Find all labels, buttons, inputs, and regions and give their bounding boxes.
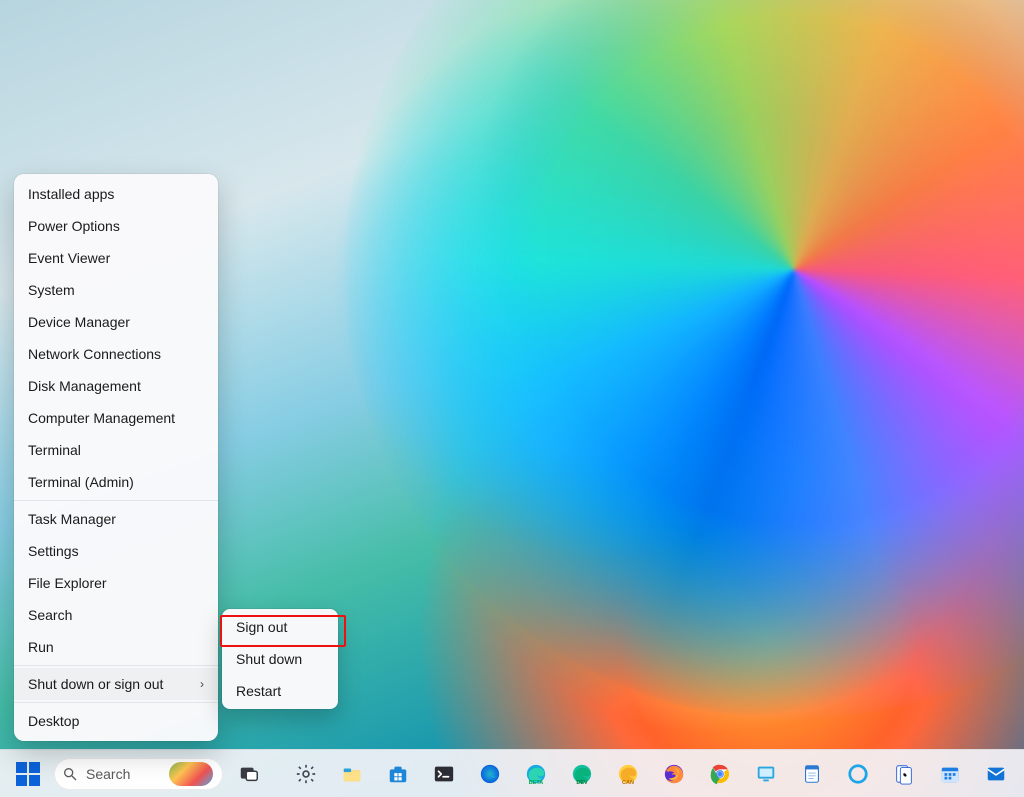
svg-text:BETA: BETA — [529, 780, 544, 785]
search-icon — [62, 766, 78, 782]
taskbar-app-edge-dev[interactable]: DEV — [562, 754, 602, 794]
menu-item-power-options[interactable]: Power Options — [14, 210, 218, 242]
search-placeholder: Search — [86, 766, 130, 782]
app-monitor-icon — [754, 762, 778, 786]
taskbar-app-settings[interactable] — [286, 754, 326, 794]
cortana-icon — [846, 762, 870, 786]
settings-icon — [294, 762, 318, 786]
chevron-right-icon: › — [200, 676, 204, 692]
taskbar-app-cards[interactable] — [884, 754, 924, 794]
task-view-button[interactable] — [229, 754, 269, 794]
edge-canary-icon: CAN — [616, 762, 640, 786]
taskbar-app-calendar[interactable] — [930, 754, 970, 794]
mail-icon — [984, 762, 1008, 786]
quick-link-menu: Installed apps Power Options Event Viewe… — [14, 174, 218, 741]
menu-separator — [14, 500, 218, 501]
edge-icon — [478, 762, 502, 786]
submenu-item-restart[interactable]: Restart — [222, 675, 338, 709]
menu-separator — [14, 665, 218, 666]
calendar-icon — [938, 762, 962, 786]
taskbar-app-notepad[interactable] — [792, 754, 832, 794]
menu-item-computer-management[interactable]: Computer Management — [14, 402, 218, 434]
file-explorer-icon — [340, 762, 364, 786]
chrome-icon — [708, 762, 732, 786]
menu-item-device-manager[interactable]: Device Manager — [14, 306, 218, 338]
menu-item-desktop[interactable]: Desktop — [14, 705, 218, 741]
menu-item-shutdown-signout[interactable]: Shut down or sign out › — [14, 668, 218, 700]
taskbar-app-terminal[interactable] — [424, 754, 464, 794]
menu-item-settings[interactable]: Settings — [14, 535, 218, 567]
submenu-item-shut-down[interactable]: Shut down — [222, 643, 338, 675]
menu-item-installed-apps[interactable]: Installed apps — [14, 174, 218, 210]
menu-separator — [14, 702, 218, 703]
menu-item-task-manager[interactable]: Task Manager — [14, 503, 218, 535]
start-button[interactable] — [8, 754, 48, 794]
menu-item-terminal-admin[interactable]: Terminal (Admin) — [14, 466, 218, 498]
microsoft-store-icon — [386, 762, 410, 786]
menu-item-terminal[interactable]: Terminal — [14, 434, 218, 466]
taskbar-app-file-explorer[interactable] — [332, 754, 372, 794]
terminal-icon — [432, 762, 456, 786]
svg-text:CAN: CAN — [622, 780, 634, 785]
shutdown-submenu: Sign out Shut down Restart — [222, 609, 338, 709]
menu-item-file-explorer[interactable]: File Explorer — [14, 567, 218, 599]
menu-item-search[interactable]: Search — [14, 599, 218, 631]
submenu-item-sign-out[interactable]: Sign out — [222, 609, 338, 643]
search-highlight-icon — [169, 762, 213, 786]
taskbar-app-edge-canary[interactable]: CAN — [608, 754, 648, 794]
menu-item-system[interactable]: System — [14, 274, 218, 306]
menu-item-run[interactable]: Run — [14, 631, 218, 663]
menu-item-network-connections[interactable]: Network Connections — [14, 338, 218, 370]
edge-dev-icon: DEV — [570, 762, 594, 786]
taskbar-app-edge[interactable] — [470, 754, 510, 794]
edge-beta-icon: BETA — [524, 762, 548, 786]
taskbar-app-assistant[interactable] — [838, 754, 878, 794]
solitaire-icon — [892, 762, 916, 786]
windows-logo-icon — [16, 762, 40, 786]
taskbar-app-mail[interactable] — [976, 754, 1016, 794]
notepad-icon — [800, 762, 824, 786]
menu-item-disk-management[interactable]: Disk Management — [14, 370, 218, 402]
taskbar-app-chrome[interactable] — [700, 754, 740, 794]
task-view-icon — [237, 762, 261, 786]
taskbar-search[interactable]: Search — [54, 758, 223, 790]
taskbar-app-edge-beta[interactable]: BETA — [516, 754, 556, 794]
taskbar-app-monitor[interactable] — [746, 754, 786, 794]
menu-item-event-viewer[interactable]: Event Viewer — [14, 242, 218, 274]
taskbar-app-store[interactable] — [378, 754, 418, 794]
firefox-icon — [662, 762, 686, 786]
taskbar: Search BETA — [0, 749, 1024, 797]
taskbar-app-firefox[interactable] — [654, 754, 694, 794]
svg-text:DEV: DEV — [576, 780, 588, 785]
